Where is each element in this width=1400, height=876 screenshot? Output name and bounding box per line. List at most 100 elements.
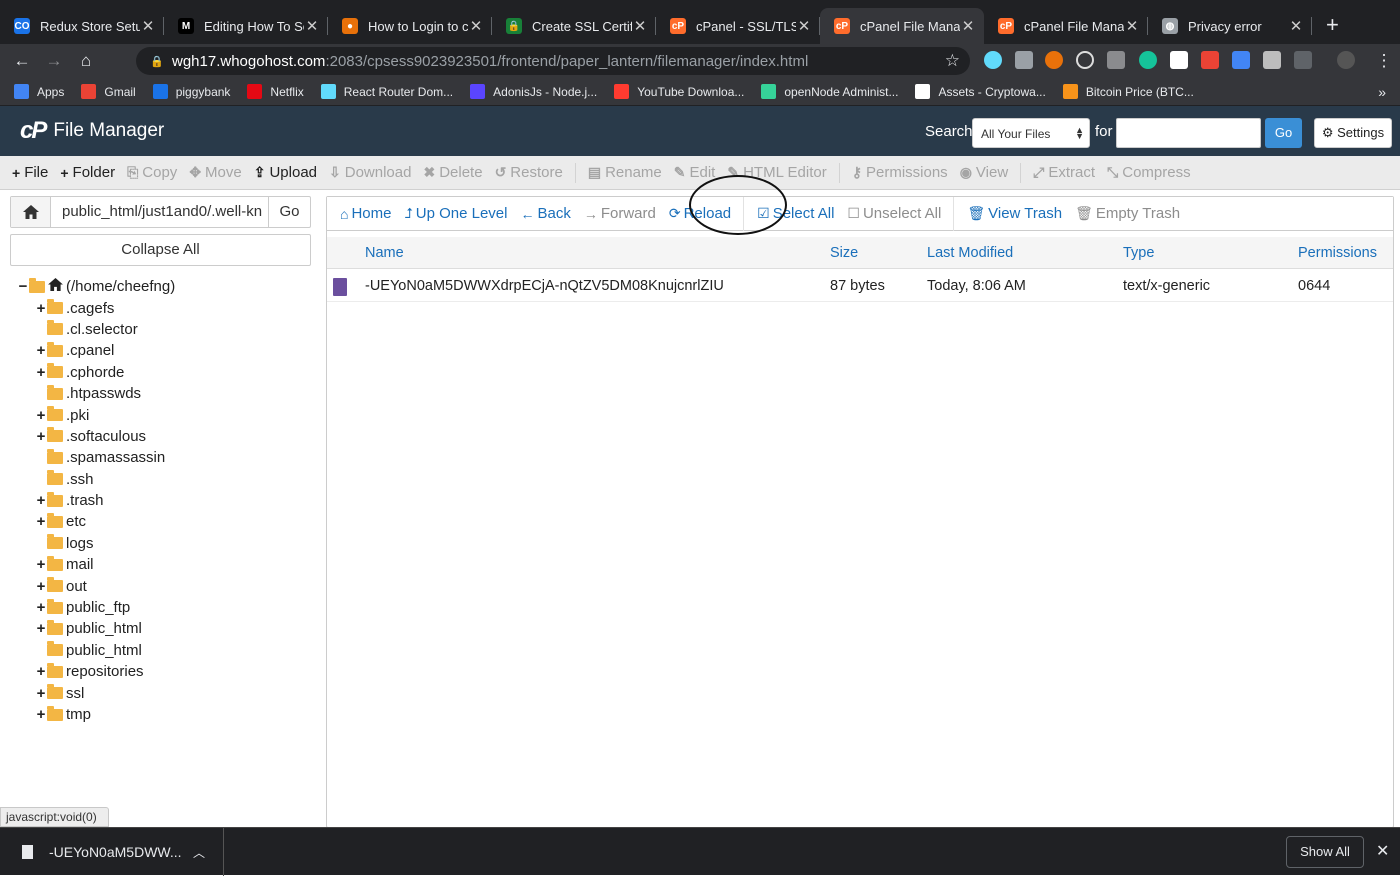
- bookmark-item[interactable]: AdonisJs - Node.j...: [470, 84, 597, 99]
- camera-icon[interactable]: [1263, 51, 1281, 69]
- browser-tab[interactable]: ◍ Privacy error ✕: [1148, 8, 1312, 44]
- expand-icon[interactable]: +: [36, 300, 46, 317]
- browser-tab[interactable]: M Editing How To Se ✕: [164, 8, 328, 44]
- bookmark-item[interactable]: React Router Dom...: [320, 84, 453, 99]
- bookmark-item[interactable]: Apps: [14, 84, 64, 99]
- translate-icon[interactable]: [1232, 51, 1250, 69]
- path-input[interactable]: public_html/just1and0/.well-kn: [51, 197, 268, 227]
- toolbar-move-button[interactable]: ✥ Move: [189, 164, 241, 181]
- new-tab-icon[interactable]: +: [1326, 12, 1339, 38]
- tree-folder[interactable]: .htpasswds: [36, 383, 175, 404]
- reload-page-icon[interactable]: ⌂: [70, 51, 102, 71]
- action-up-one-level-button[interactable]: ⮥ Up One Level: [404, 205, 507, 222]
- forward-arrow-icon[interactable]: →: [38, 51, 70, 71]
- toolbar-permissions-button[interactable]: ⚷ Permissions: [852, 164, 948, 181]
- expand-icon[interactable]: +: [36, 663, 46, 680]
- expand-icon[interactable]: +: [36, 556, 46, 573]
- tree-folder[interactable]: + .cphorde: [36, 362, 175, 383]
- vue-devtools-icon[interactable]: [1015, 51, 1033, 69]
- browser-tab[interactable]: ● How to Login to c ✕: [328, 8, 492, 44]
- search-go-button[interactable]: Go: [1265, 118, 1302, 148]
- bookmarks-overflow-icon[interactable]: »: [1378, 84, 1386, 100]
- collapse-all-button[interactable]: Collapse All: [10, 234, 311, 266]
- toolbar-delete-button[interactable]: ✖ Delete: [423, 164, 482, 181]
- extension-icon[interactable]: [1045, 51, 1063, 69]
- toolbar-copy-button[interactable]: ⎘ Copy: [127, 164, 177, 181]
- column-header[interactable]: Type: [1123, 245, 1154, 261]
- browser-tab[interactable]: cP cPanel - SSL/TLS ✕: [656, 8, 820, 44]
- close-icon[interactable]: ✕: [304, 17, 320, 35]
- bookmark-star-icon[interactable]: ☆: [945, 51, 960, 71]
- close-icon[interactable]: ✕: [1124, 17, 1140, 35]
- toolbar-upload-button[interactable]: ⇪ Upload: [254, 164, 317, 181]
- action-empty-trash-button[interactable]: 🗑 Empty Trash: [1075, 205, 1180, 222]
- tree-folder[interactable]: .cl.selector: [36, 319, 175, 340]
- browser-tab[interactable]: CO Redux Store Setup ✕: [0, 8, 164, 44]
- browser-tab[interactable]: 🔒 Create SSL Certifi ✕: [492, 8, 656, 44]
- tree-folder[interactable]: + repositories: [36, 661, 175, 682]
- toolbar-folder-button[interactable]: + Folder: [60, 164, 115, 181]
- settings-button[interactable]: ⚙ Settings: [1314, 118, 1392, 148]
- tree-folder[interactable]: logs: [36, 533, 175, 554]
- toolbar-view-button[interactable]: ◉ View: [960, 164, 1008, 181]
- column-header[interactable]: Size: [830, 245, 858, 261]
- profile-avatar-icon[interactable]: [1337, 51, 1355, 69]
- tree-folder[interactable]: + out: [36, 575, 175, 596]
- toolbar-restore-button[interactable]: ↺ Restore: [495, 164, 563, 181]
- column-header[interactable]: Last Modified: [927, 245, 1013, 261]
- action-view-trash-button[interactable]: 🗑 View Trash: [967, 205, 1062, 222]
- bookmark-item[interactable]: piggybank: [152, 84, 230, 99]
- home-icon[interactable]: [11, 197, 51, 227]
- show-all-button[interactable]: Show All: [1286, 836, 1364, 868]
- grammarly-icon[interactable]: [1139, 51, 1157, 69]
- download-item[interactable]: -UEYoN0aM5DWW... ︿: [0, 828, 224, 876]
- search-scope-select[interactable]: All Your Files ▲ ▼: [972, 118, 1090, 148]
- close-icon[interactable]: ✕: [468, 17, 484, 35]
- target-icon[interactable]: [1076, 51, 1094, 69]
- glasses-icon[interactable]: [1107, 51, 1125, 69]
- chevron-up-icon[interactable]: ︿: [193, 844, 205, 861]
- tree-folder[interactable]: + .softaculous: [36, 426, 175, 447]
- action-forward-button[interactable]: → Forward: [584, 205, 656, 222]
- tree-folder[interactable]: .spamassassin: [36, 447, 175, 468]
- expand-icon[interactable]: +: [36, 342, 46, 359]
- collapse-icon[interactable]: −: [18, 278, 28, 295]
- action-back-button[interactable]: ← Back: [520, 205, 570, 222]
- lighthouse-icon[interactable]: [1201, 51, 1219, 69]
- expand-icon[interactable]: +: [36, 492, 46, 509]
- browser-tab[interactable]: cP cPanel File Manag ✕: [820, 8, 984, 44]
- bookmark-item[interactable]: Assets - Cryptowa...: [915, 84, 1046, 99]
- close-icon[interactable]: ✕: [960, 17, 976, 35]
- column-header[interactable]: Name: [365, 245, 404, 261]
- react-devtools-icon[interactable]: [984, 51, 1002, 69]
- column-header[interactable]: Permissions: [1298, 245, 1377, 261]
- close-icon[interactable]: ✕: [632, 17, 648, 35]
- toolbar-rename-button[interactable]: ▤ Rename: [588, 164, 662, 181]
- tree-folder[interactable]: + etc: [36, 511, 175, 532]
- expand-icon[interactable]: +: [36, 364, 46, 381]
- tree-folder[interactable]: + public_ftp: [36, 597, 175, 618]
- expand-icon[interactable]: +: [36, 685, 46, 702]
- search-input[interactable]: [1116, 118, 1261, 148]
- address-bar[interactable]: 🔒 wgh17.whogohost.com :2083/cpsess902392…: [136, 47, 970, 75]
- toolbar-edit-button[interactable]: ✎ Edit: [674, 164, 716, 181]
- close-icon[interactable]: ✕: [140, 17, 156, 35]
- tree-folder[interactable]: + mail: [36, 554, 175, 575]
- bookmark-item[interactable]: openNode Administ...: [761, 84, 898, 99]
- action-unselect-all-button[interactable]: ☐ Unselect All: [847, 205, 941, 222]
- browser-tab[interactable]: cP cPanel File Manag ✕: [984, 8, 1148, 44]
- kebab-menu-icon[interactable]: ⋮: [1368, 51, 1400, 71]
- expand-icon[interactable]: +: [36, 513, 46, 530]
- tree-folder[interactable]: + ssl: [36, 682, 175, 703]
- tree-folder[interactable]: public_html: [36, 640, 175, 661]
- tree-folder[interactable]: + .cpanel: [36, 340, 175, 361]
- expand-icon[interactable]: +: [36, 428, 46, 445]
- toolbar-download-button[interactable]: ⇩ Download: [329, 164, 411, 181]
- close-icon[interactable]: ✕: [796, 17, 812, 35]
- expand-icon[interactable]: +: [36, 407, 46, 424]
- toolbar-extract-button[interactable]: ⤢ Extract: [1033, 164, 1095, 181]
- tree-folder[interactable]: .ssh: [36, 469, 175, 490]
- tree-folder[interactable]: + .cagefs: [36, 297, 175, 318]
- close-icon[interactable]: ✕: [1288, 17, 1304, 35]
- bookmark-item[interactable]: Bitcoin Price (BTC...: [1062, 84, 1194, 99]
